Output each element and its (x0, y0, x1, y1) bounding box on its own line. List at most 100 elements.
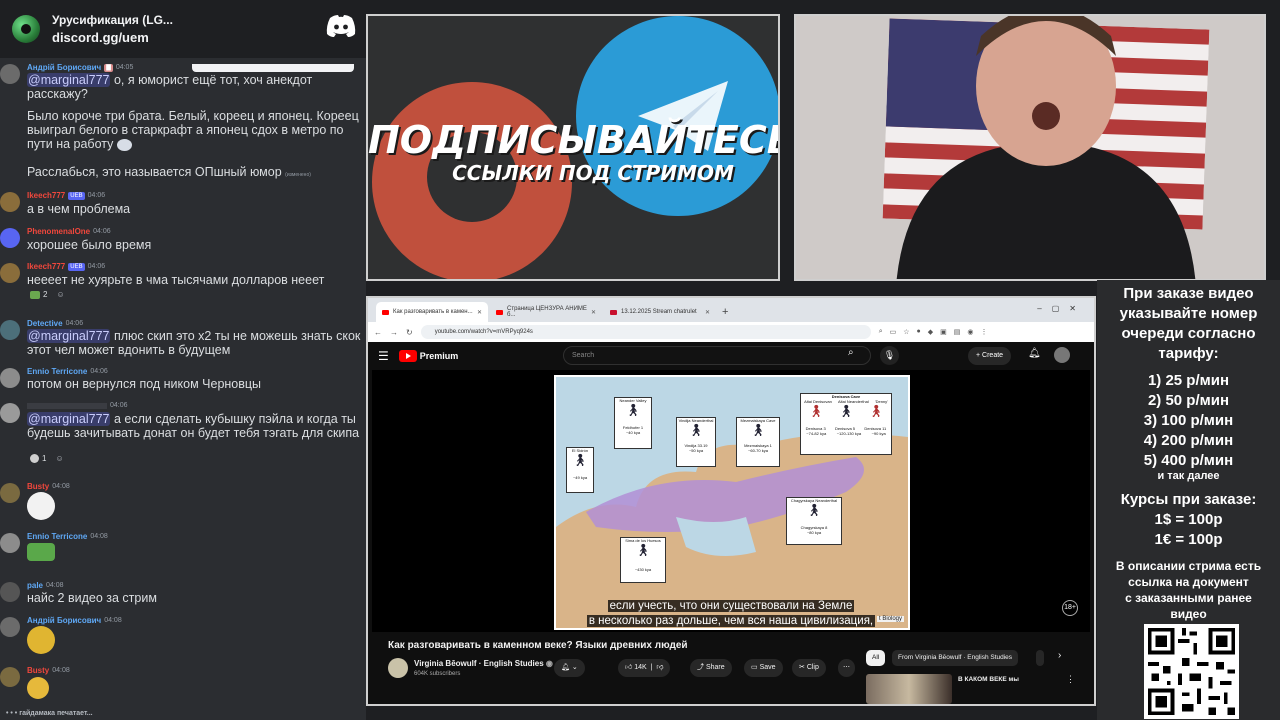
message-text: Расслабься, это называется ОПшный юмор (… (27, 165, 363, 182)
notifications-bell-icon[interactable]: 🔔︎ (1028, 348, 1041, 359)
channel-avatar[interactable] (388, 658, 408, 678)
save-button[interactable]: ▭ Save (744, 659, 783, 677)
message-header: Ennio Terricone 04:06 (27, 367, 108, 376)
video-player[interactable]: Neander Valley 🚶︎ Feldhofer 1 ~40 kya Vi… (372, 370, 1090, 632)
promo-title: ПОДПИСЫВАЙТЕСЬ (368, 118, 780, 162)
avatar (0, 263, 20, 283)
username[interactable]: Ennio Terricone (27, 367, 87, 376)
reaction[interactable]: 1 ☺ (30, 454, 64, 463)
chevron-right-icon[interactable]: › (1058, 650, 1061, 661)
username[interactable]: Ikeech777 (27, 262, 65, 271)
create-button[interactable]: + Create (968, 347, 1012, 365)
youtube-premium-label[interactable]: Premium (420, 351, 459, 361)
chat-scroll-indicator[interactable] (192, 64, 354, 72)
price-tier: 1) 25 р/мин (1147, 372, 1230, 389)
channel-name[interactable]: Virginia Bēowulf · English Studies ◉ (414, 659, 553, 668)
share-button[interactable]: ⤴ Share (690, 659, 732, 677)
window-controls[interactable]: –▢✕ (1037, 304, 1086, 313)
footer-line: видео (1170, 607, 1207, 621)
kebab-menu-icon[interactable]: ⋮ (1066, 674, 1075, 685)
like-button[interactable]: 👍︎ 14K | 👎︎ (618, 659, 671, 677)
youtube-logo-icon[interactable] (398, 350, 417, 362)
cast-icon[interactable]: ▭ (890, 328, 897, 336)
user-mention[interactable]: @marginal777 (27, 412, 111, 426)
chip-from-channel[interactable]: From Virginia Bēowulf · English Studies (892, 650, 1019, 666)
clip-button[interactable]: ✂ Clip (792, 659, 826, 677)
sidebar-icon[interactable]: ▤ (954, 328, 961, 336)
username[interactable]: PhenomenalOne (27, 227, 90, 236)
username[interactable]: Detective (27, 319, 63, 328)
more-actions-button[interactable]: ⋯ (838, 659, 855, 677)
puzzle-icon[interactable]: ▣ (940, 328, 947, 336)
like-count: 14K (634, 664, 647, 671)
user-mention[interactable]: @marginal777 (27, 73, 111, 87)
chip-all[interactable]: All (866, 650, 886, 666)
chip-more[interactable] (1036, 650, 1044, 666)
forward-icon[interactable]: → (390, 328, 398, 337)
bookmark-icon[interactable]: ☆ (903, 328, 909, 336)
message-header: PhenomenalOne 04:06 (27, 227, 111, 236)
message-text: найс 2 видео за стрим (27, 591, 157, 605)
close-icon[interactable]: ✕ (705, 309, 710, 316)
username[interactable]: Ennio Terricone (27, 532, 87, 541)
avatar (0, 64, 20, 84)
subtitle-text: в несколько раз дольше, чем вся наша цив… (586, 615, 876, 627)
username[interactable]: Андрій Борисович (27, 616, 101, 625)
human-figure-icon: 🚶︎ (572, 453, 588, 467)
new-tab-icon[interactable]: + (722, 302, 728, 322)
username[interactable]: Ikeech777 (27, 191, 65, 200)
avatar (0, 533, 20, 553)
browser-tab[interactable]: Как разговаривать в камен... ✕ (376, 302, 488, 322)
extension-icon[interactable]: ◆ (928, 328, 933, 336)
reload-icon[interactable]: ↻ (406, 328, 413, 337)
recommended-thumbnail[interactable] (866, 674, 952, 704)
account-avatar[interactable] (1054, 347, 1070, 363)
username[interactable]: Busty (27, 666, 49, 675)
map-label-box: Vindija Neanderthal 🚶︎ Vindija 33.19 ~50… (676, 417, 716, 467)
hamburger-menu-icon[interactable]: ☰ (378, 349, 389, 363)
map-label-box: El Sidrón 🚶︎ ~49 kya (566, 447, 594, 493)
timestamp: 04:08 (52, 483, 70, 490)
avatar (0, 320, 20, 340)
browser-tab[interactable]: Страница ЦЕНЗУРА АНИМЕ б... ✕ (490, 302, 602, 322)
save-label: Save (759, 664, 776, 671)
message-text: Было короче три брата. Белый, кореец и я… (27, 109, 363, 151)
close-icon[interactable]: ✕ (477, 309, 482, 316)
browser-tab[interactable]: 13.12.2025 Stream chatrulet ✕ (604, 302, 716, 322)
map-label-box: Sima de los Huesos 🚶︎ ~430 kya (620, 537, 666, 583)
server-invite-link[interactable]: discord.gg/uem (52, 30, 173, 45)
search-input[interactable]: Search (563, 346, 871, 365)
promo-subtitle: ССЫЛКИ ПОД СТРИМОМ (452, 161, 734, 185)
username[interactable]: Busty (27, 482, 49, 491)
server-icon[interactable] (12, 15, 40, 43)
username[interactable]: Андрій Борисович (27, 63, 101, 72)
message-text: @marginal777 плюс скип это x2 ты не може… (27, 329, 363, 357)
extension-icon[interactable]: ● (917, 328, 921, 336)
username-redacted[interactable] (27, 402, 107, 409)
youtube-header: ☰ Premium Search ⌕ 🎙︎ + Create 🔔︎ (368, 342, 1094, 370)
recommended-title[interactable]: В КАКОМ ВЕКЕ мы (958, 676, 1019, 683)
microphone-icon[interactable]: 🎙︎ (880, 346, 899, 365)
timestamp: 04:06 (90, 368, 108, 375)
subtitle-line: если учесть, что они существовали на Зем… (372, 600, 1090, 612)
menu-icon[interactable]: ⋮ (981, 328, 988, 336)
message-header: Ennio Terricone 04:08 (27, 532, 108, 541)
add-reaction-icon[interactable]: ☺ (56, 290, 64, 299)
reaction[interactable]: 2 ☺ (30, 290, 65, 299)
message-body: Было короче три брата. Белый, кореец и я… (27, 109, 359, 151)
add-reaction-icon[interactable]: ☺ (55, 454, 63, 463)
search-icon[interactable]: ⌕ (848, 347, 854, 358)
subscribe-bell-button[interactable]: 🔔︎ ⌄ (554, 659, 585, 677)
footer-line: с заказанными ранее (1125, 591, 1252, 605)
qr-code-image[interactable] (1144, 624, 1239, 719)
close-icon[interactable]: ✕ (591, 309, 596, 316)
profile-icon[interactable]: ◉ (967, 328, 973, 336)
user-mention[interactable]: @marginal777 (27, 329, 111, 343)
url-field[interactable]: youtube.com/watch?v=mVRPyq924s (420, 325, 871, 339)
zoom-icon[interactable]: ⌕ (879, 328, 883, 336)
username[interactable]: pale (27, 581, 43, 590)
back-icon[interactable]: ← (374, 328, 382, 337)
message-header: pale 04:08 (27, 581, 64, 590)
timestamp: 04:08 (90, 533, 108, 540)
role-badge: UEB (68, 262, 85, 271)
